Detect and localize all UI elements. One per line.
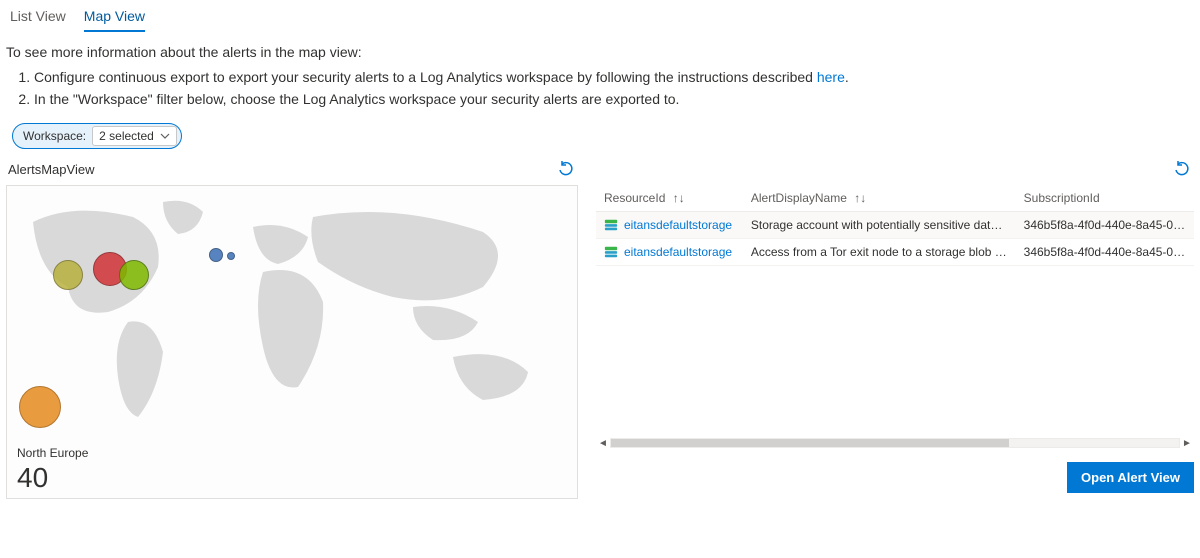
- horizontal-scrollbar[interactable]: ◄ ►: [596, 436, 1194, 450]
- map-panel: AlertsMapView: [6, 159, 578, 499]
- filter-bar: Workspace: 2 selected: [12, 123, 1194, 149]
- map-card: North Europe 40: [6, 185, 578, 499]
- instructions-step-1: Configure continuous export to export yo…: [34, 68, 1194, 88]
- instructions-intro: To see more information about the alerts…: [6, 44, 1194, 60]
- alerts-table-panel: ResourceId ↑↓ AlertDisplayName ↑↓ Subscr…: [596, 159, 1194, 493]
- workspace-filter-selection[interactable]: 2 selected: [92, 126, 177, 146]
- sort-icon: ↑↓: [673, 191, 685, 205]
- th-resourceid[interactable]: ResourceId ↑↓: [596, 185, 743, 212]
- table-undo-icon[interactable]: [1174, 161, 1190, 177]
- view-tabs: List View Map View: [6, 4, 1194, 32]
- scroll-thumb[interactable]: [611, 439, 1009, 447]
- map-title: AlertsMapView: [8, 162, 94, 177]
- cell-subscription: 346b5f8a-4f0d-440e-8a45-0c0b5: [1016, 212, 1194, 239]
- th-alertdisplayname-label: AlertDisplayName: [751, 191, 847, 205]
- undo-icon[interactable]: [558, 161, 574, 177]
- region-stat: North Europe 40: [17, 446, 88, 494]
- th-subscriptionid[interactable]: SubscriptionId: [1016, 185, 1194, 212]
- table-row[interactable]: eitansdefaultstorage Access from a Tor e…: [596, 239, 1194, 266]
- instructions-block: To see more information about the alerts…: [6, 44, 1194, 109]
- world-map[interactable]: [13, 192, 569, 434]
- scroll-right-icon[interactable]: ►: [1180, 438, 1194, 449]
- instructions-list: Configure continuous export to export yo…: [6, 68, 1194, 109]
- region-name: North Europe: [17, 446, 88, 460]
- open-alert-view-button[interactable]: Open Alert View: [1067, 462, 1194, 493]
- scroll-left-icon[interactable]: ◄: [596, 438, 610, 449]
- map-bubble-olive[interactable]: [53, 260, 83, 290]
- map-bubble-green[interactable]: [119, 260, 149, 290]
- th-alertdisplayname[interactable]: AlertDisplayName ↑↓: [743, 185, 1016, 212]
- chevron-down-icon: [160, 131, 170, 141]
- tab-map-view[interactable]: Map View: [84, 4, 145, 32]
- workspace-filter-label: Workspace:: [23, 129, 86, 143]
- resource-link[interactable]: eitansdefaultstorage: [624, 245, 732, 259]
- resource-link[interactable]: eitansdefaultstorage: [624, 218, 732, 232]
- table-row[interactable]: eitansdefaultstorage Storage account wit…: [596, 212, 1194, 239]
- alerts-table: ResourceId ↑↓ AlertDisplayName ↑↓ Subscr…: [596, 185, 1194, 266]
- th-subscriptionid-label: SubscriptionId: [1024, 191, 1100, 205]
- tab-list-view[interactable]: List View: [10, 4, 66, 32]
- map-bubble-orange[interactable]: [19, 386, 61, 428]
- world-map-svg: [13, 192, 569, 434]
- instructions-step-1-text: Configure continuous export to export yo…: [34, 69, 817, 85]
- instructions-step-2: In the "Workspace" filter below, choose …: [34, 90, 1194, 110]
- cell-alert-name: Access from a Tor exit node to a storage…: [743, 239, 1016, 266]
- th-resourceid-label: ResourceId: [604, 191, 665, 205]
- instructions-here-link[interactable]: here: [817, 69, 845, 85]
- cell-alert-name: Storage account with potentially sensiti…: [743, 212, 1016, 239]
- cell-subscription: 346b5f8a-4f0d-440e-8a45-0c0b5: [1016, 239, 1194, 266]
- sort-icon: ↑↓: [854, 191, 866, 205]
- scroll-track[interactable]: [610, 438, 1180, 448]
- storage-icon: [604, 245, 618, 259]
- region-count: 40: [17, 462, 88, 494]
- workspace-filter-value: 2 selected: [99, 129, 154, 143]
- workspace-filter[interactable]: Workspace: 2 selected: [12, 123, 182, 149]
- storage-icon: [604, 218, 618, 232]
